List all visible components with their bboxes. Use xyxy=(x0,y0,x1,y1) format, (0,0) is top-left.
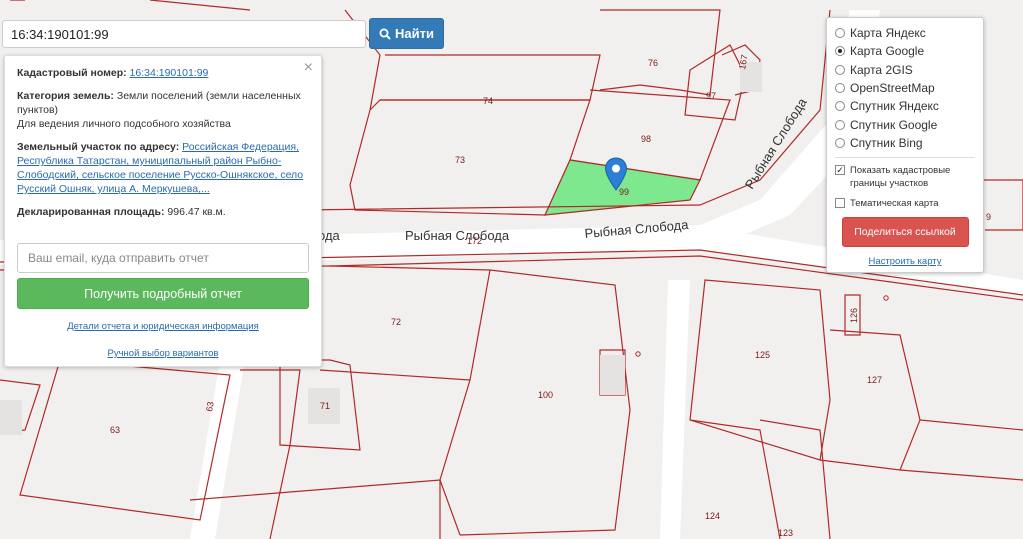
layer-option-label: Спутник Google xyxy=(850,117,938,132)
cadastral-number-row: Кадастровый номер: 16:34:190101:99 xyxy=(17,66,309,80)
radio-button-selected[interactable] xyxy=(835,46,845,57)
parcel-number: 63 xyxy=(204,401,216,413)
show-borders-label: Показать кадастровые границы участков xyxy=(850,165,951,190)
show-borders-toggle[interactable]: ✓ Показать кадастровые границы участков xyxy=(835,164,975,190)
layer-option-label: Карта Яндекс xyxy=(850,26,926,41)
layer-option-yandex-map[interactable]: Карта Яндекс xyxy=(835,24,975,42)
radio-button[interactable] xyxy=(835,28,845,39)
parcel-number: 125 xyxy=(755,350,770,360)
cadastral-number-label: Кадастровый номер: xyxy=(17,67,127,79)
layer-option-label: Спутник Bing xyxy=(850,135,923,150)
radio-button[interactable] xyxy=(835,137,845,148)
street-label: Рыбная Слобода xyxy=(405,228,510,243)
parcel-number: 127 xyxy=(867,375,882,385)
layer-option-label: Карта Google xyxy=(850,44,925,59)
layer-option-bing-satellite[interactable]: Спутник Bing xyxy=(835,134,975,152)
address-label: Земельный участок по адресу: xyxy=(17,141,180,153)
thematic-map-label: Тематическая карта xyxy=(850,198,939,210)
email-field[interactable] xyxy=(17,243,309,273)
location-pin-icon[interactable] xyxy=(604,157,628,191)
layer-option-yandex-satellite[interactable]: Спутник Яндекс xyxy=(835,97,975,115)
layer-option-openstreetmap[interactable]: OpenStreetMap xyxy=(835,79,975,97)
search-button-label: Найти xyxy=(395,26,434,41)
land-category-row: Категория земель: Земли поселений (земли… xyxy=(17,89,309,131)
parcel-number: 71 xyxy=(320,401,330,411)
address-row: Земельный участок по адресу: Российская … xyxy=(17,140,309,196)
checkbox-checked[interactable]: ✓ xyxy=(835,165,845,176)
checkbox[interactable] xyxy=(835,198,845,209)
radio-button[interactable] xyxy=(835,64,845,75)
layer-option-label: Карта 2GIS xyxy=(850,62,913,77)
parcel-number: 72 xyxy=(391,317,401,327)
report-details-link[interactable]: Детали отчета и юридическая информация xyxy=(5,321,321,332)
cadastral-search-input[interactable] xyxy=(2,20,366,48)
manual-selection-link[interactable]: Ручной выбор вариантов xyxy=(5,348,321,359)
area-value: 996.47 кв.м. xyxy=(167,206,226,218)
parcel-number: 172 xyxy=(467,236,482,246)
close-icon[interactable]: × xyxy=(304,60,313,76)
parcel-number: 76 xyxy=(648,58,658,68)
divider xyxy=(835,157,975,159)
area-row: Декларированная площадь: 996.47 кв.м. xyxy=(17,205,309,219)
layer-option-google-satellite[interactable]: Спутник Google xyxy=(835,115,975,133)
parcel-number: 9 xyxy=(986,212,991,222)
radio-button[interactable] xyxy=(835,83,845,94)
map-layers-panel: Карта Яндекс Карта Google Карта 2GIS Ope… xyxy=(826,17,984,273)
cadastral-number-link[interactable]: 16:34:190101:99 xyxy=(130,67,209,79)
search-icon xyxy=(379,28,391,40)
get-report-button[interactable]: Получить подробный отчет xyxy=(17,278,309,309)
area-label: Декларированная площадь: xyxy=(17,206,165,218)
parcel-number: 123 xyxy=(778,528,793,538)
land-usage-value: Для ведения личного подсобного хозяйства xyxy=(17,118,231,130)
parcel-number: 100 xyxy=(538,390,553,400)
parcel-number: 97 xyxy=(706,91,716,101)
layer-option-2gis-map[interactable]: Карта 2GIS xyxy=(835,61,975,79)
parcel-number: 73 xyxy=(455,155,465,165)
parcel-number: 98 xyxy=(641,134,651,144)
layer-option-label: Спутник Яндекс xyxy=(850,99,939,114)
radio-button[interactable] xyxy=(835,119,845,130)
parcel-number: 74 xyxy=(483,96,493,106)
parcel-number: 63 xyxy=(110,425,120,435)
layer-option-label: OpenStreetMap xyxy=(850,81,935,96)
land-category-label: Категория земель: xyxy=(17,90,114,102)
share-link-button[interactable]: Поделиться ссылкой xyxy=(841,217,969,248)
parcel-info-panel: × Кадастровый номер: 16:34:190101:99 Кат… xyxy=(4,55,322,367)
configure-map-link[interactable]: Настроить карту xyxy=(835,256,975,267)
radio-button[interactable] xyxy=(835,101,845,112)
parcel-number: 124 xyxy=(705,511,720,521)
thematic-map-toggle[interactable]: Тематическая карта xyxy=(835,197,975,210)
layer-option-google-map[interactable]: Карта Google xyxy=(835,42,975,60)
search-button[interactable]: Найти xyxy=(369,18,444,49)
parcel-number: 126 xyxy=(849,308,859,323)
